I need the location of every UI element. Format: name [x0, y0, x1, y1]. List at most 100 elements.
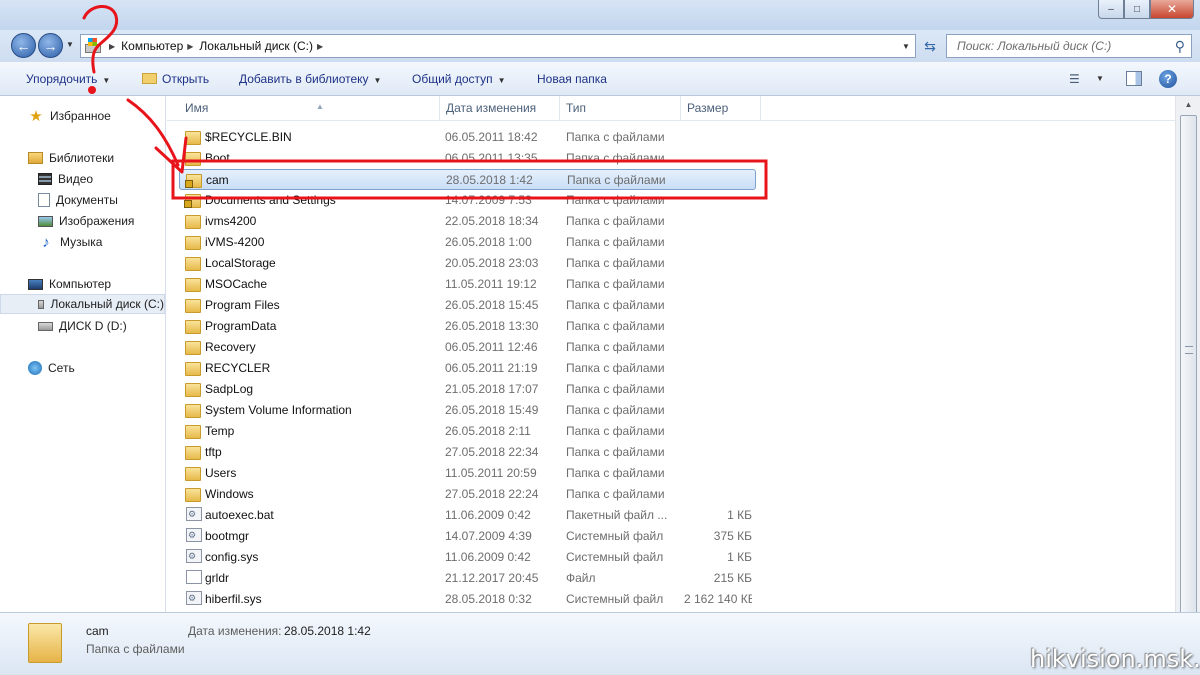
command-bar: Упорядочить ▼ Открыть Добавить в библиоте… [0, 62, 1200, 96]
nav-network[interactable]: Сеть [0, 358, 165, 378]
nav-local-disk[interactable]: Локальный диск (C:) [0, 294, 165, 314]
view-icon[interactable]: ☰ [1069, 72, 1087, 86]
preview-pane-icon[interactable] [1126, 71, 1142, 86]
nav-libraries[interactable]: Библиотеки [0, 148, 165, 168]
new-folder-button[interactable]: Новая папка [537, 72, 607, 86]
help-icon[interactable]: ? [1159, 70, 1177, 88]
file-type: Папка с файлами [566, 382, 665, 396]
table-row[interactable]: config.sys 11.06.2009 0:42 Системный файл 1… [179, 547, 756, 568]
column-header-type[interactable]: Тип [560, 96, 681, 121]
table-row[interactable]: RECYCLER 06.05.2011 21:19 Папка с файлами [179, 358, 756, 379]
column-label: Тип [566, 101, 587, 115]
open-button[interactable]: Открыть [142, 72, 209, 86]
table-row[interactable]: bootmgr 14.07.2009 4:39 Системный файл 375 … [179, 526, 756, 547]
nav-images[interactable]: Изображения [0, 211, 165, 231]
table-row[interactable]: LocalStorage 20.05.2018 23:03 Папка с файл… [179, 253, 756, 274]
folder-icon [28, 623, 62, 663]
folder-icon [185, 320, 201, 334]
chevron-down-icon: ▼ [102, 76, 111, 85]
table-row[interactable]: System Volume Information 26.05.2018 15:4… [179, 400, 756, 421]
table-row[interactable]: tftp 27.05.2018 22:34 Папка с файлами [179, 442, 756, 463]
back-button[interactable]: ← [11, 33, 36, 58]
nav-favorites[interactable]: ★ Избранное [0, 106, 165, 126]
nav-documents[interactable]: Документы [0, 190, 165, 210]
open-label: Открыть [162, 72, 210, 86]
file-date: 26.05.2018 2:11 [445, 424, 531, 438]
table-row[interactable]: ivms4200 22.05.2018 18:34 Папка с файлами [179, 211, 756, 232]
recent-pages-dropdown[interactable]: ▼ [66, 40, 74, 49]
file-date: 27.05.2018 22:34 [445, 445, 539, 459]
nav-label: Видео [58, 172, 94, 186]
breadcrumb-local-disk[interactable]: Локальный диск (C:) [199, 39, 313, 53]
breadcrumb-computer[interactable]: Компьютер [121, 39, 183, 53]
search-input[interactable]: Поиск: Локальный диск (C:) ⚲ [946, 34, 1192, 58]
file-type: Папка с файлами [566, 445, 665, 459]
table-row[interactable]: Program Files 26.05.2018 15:45 Папка с фай… [179, 295, 756, 316]
network-icon [28, 361, 42, 375]
table-row[interactable]: iVMS-4200 26.05.2018 1:00 Папка с файлами [179, 232, 756, 253]
title-bar: – □ ✕ [0, 0, 1200, 30]
vertical-scrollbar[interactable]: ▲ [1175, 96, 1200, 620]
table-row[interactable]: $RECYCLE.BIN 06.05.2011 18:42 Папка с файл… [179, 127, 756, 148]
folder-icon [185, 383, 201, 397]
file-type: Папка с файлами [566, 193, 665, 207]
breadcrumb-separator[interactable]: ▶ [109, 42, 115, 51]
computer-icon [28, 278, 43, 290]
view-dropdown[interactable]: ▼ [1096, 74, 1104, 83]
scroll-thumb[interactable] [1180, 115, 1197, 620]
close-button[interactable]: ✕ [1150, 0, 1194, 19]
file-date: 20.05.2018 23:03 [445, 256, 539, 270]
organize-button[interactable]: Упорядочить ▼ [26, 72, 110, 86]
table-row[interactable]: Recovery 06.05.2011 12:46 Папка с файлами [179, 337, 756, 358]
table-row[interactable]: Documents and Settings 14.07.2009 7:53 Пап… [179, 190, 756, 211]
nav-computer[interactable]: Компьютер [0, 274, 165, 294]
file-name: $RECYCLE.BIN [205, 130, 292, 144]
chevron-down-icon: ▼ [497, 76, 506, 85]
file-type: Системный файл [566, 529, 664, 543]
table-row[interactable]: autoexec.bat 11.06.2009 0:42 Пакетный файл… [179, 505, 756, 526]
table-row[interactable]: Users 11.05.2011 20:59 Папка с файлами [179, 463, 756, 484]
table-row[interactable]: MSOCache 11.05.2011 19:12 Папка с файлами [179, 274, 756, 295]
details-date-label: Дата изменения: [188, 624, 282, 638]
folder-icon [185, 278, 201, 292]
address-history-dropdown[interactable]: ▼ [902, 42, 910, 51]
column-header-name[interactable]: Имя ▲ [179, 96, 440, 121]
search-icon[interactable]: ⚲ [1175, 38, 1185, 55]
column-header-date[interactable]: Дата изменения [440, 96, 560, 121]
nav-video[interactable]: Видео [0, 169, 165, 189]
folder-icon [185, 341, 201, 355]
table-row[interactable]: grldr 21.12.2017 20:45 Файл 215 КБ [179, 568, 756, 589]
column-headers: Имя ▲ Дата изменения Тип Размер [167, 96, 1175, 121]
table-row[interactable]: hiberfil.sys 28.05.2018 0:32 Системный фай… [179, 589, 756, 610]
column-header-size[interactable]: Размер [681, 96, 761, 121]
file-name: RECYCLER [205, 361, 271, 375]
table-row[interactable]: Windows 27.05.2018 22:24 Папка с файлами [179, 484, 756, 505]
minimize-button[interactable]: – [1098, 0, 1124, 19]
address-bar[interactable]: ▶ Компьютер ▶ Локальный диск (C:) ▶ [80, 34, 916, 58]
folder-icon [185, 299, 201, 313]
share-button[interactable]: Общий доступ ▼ [412, 72, 506, 86]
table-row[interactable]: Boot 06.05.2011 13:35 Папка с файлами [179, 148, 756, 169]
nav-music[interactable]: ♪ Музыка [0, 232, 165, 252]
forward-button[interactable]: → [38, 33, 63, 58]
table-row[interactable]: SadpLog 21.05.2018 17:07 Папка с файлами [179, 379, 756, 400]
scroll-up-button[interactable]: ▲ [1176, 96, 1200, 113]
file-date: 28.05.2018 1:42 [446, 173, 533, 187]
locked-folder-icon [185, 174, 202, 188]
maximize-button[interactable]: □ [1124, 0, 1150, 19]
file-name: Windows [205, 487, 254, 501]
table-row[interactable]: ProgramData 26.05.2018 13:30 Папка с файла… [179, 316, 756, 337]
file-size [684, 127, 752, 148]
refresh-button[interactable]: ⇆ [920, 36, 940, 56]
breadcrumb-separator[interactable]: ▶ [317, 42, 323, 51]
file-name: tftp [205, 445, 222, 459]
documents-icon [38, 193, 50, 207]
table-row[interactable]: Temp 26.05.2018 2:11 Папка с файлами [179, 421, 756, 442]
column-label: Имя [185, 101, 209, 115]
add-to-library-button[interactable]: Добавить в библиотеку ▼ [239, 72, 381, 86]
table-row[interactable]: cam 28.05.2018 1:42 Папка с файлами [179, 169, 756, 190]
breadcrumb-separator[interactable]: ▶ [187, 42, 193, 51]
nav-disk-d[interactable]: ДИСК D (D:) [0, 316, 165, 336]
file-date: 06.05.2011 18:42 [445, 130, 538, 144]
folder-icon [185, 446, 201, 460]
